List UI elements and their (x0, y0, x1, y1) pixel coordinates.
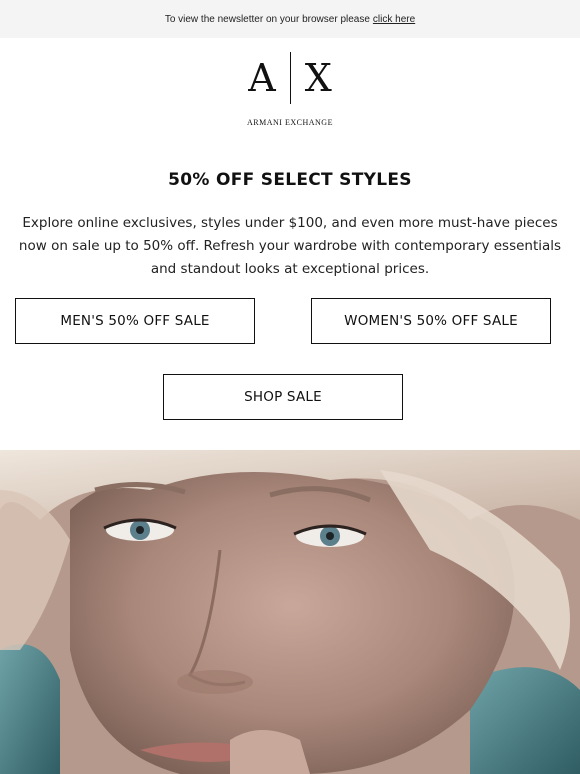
logo-letter-x: X (304, 56, 332, 100)
shop-sale-button[interactable]: SHOP SALE (163, 374, 403, 420)
view-in-browser-link[interactable]: click here (373, 14, 415, 25)
sale-headline: 50% OFF SELECT STYLES (168, 170, 412, 190)
hero-portrait-photo (0, 450, 580, 774)
logo-brand-name: ARMANI EXCHANGE (247, 118, 333, 127)
logo-divider (289, 52, 291, 104)
logo-letter-a: A (248, 56, 276, 100)
hero-image[interactable] (0, 450, 580, 774)
mens-sale-button[interactable]: MEN'S 50% OFF SALE (15, 298, 255, 344)
preheader-bar: To view the newsletter on your browser p… (0, 0, 580, 38)
armani-exchange-logo[interactable]: A X ARMANI EXCHANGE (0, 52, 580, 132)
sale-description: Explore online exclusives, styles under … (18, 215, 562, 277)
womens-sale-button[interactable]: WOMEN'S 50% OFF SALE (311, 298, 551, 344)
ax-monogram: A X (0, 52, 580, 104)
preheader-text: To view the newsletter on your browser p… (164, 13, 370, 25)
